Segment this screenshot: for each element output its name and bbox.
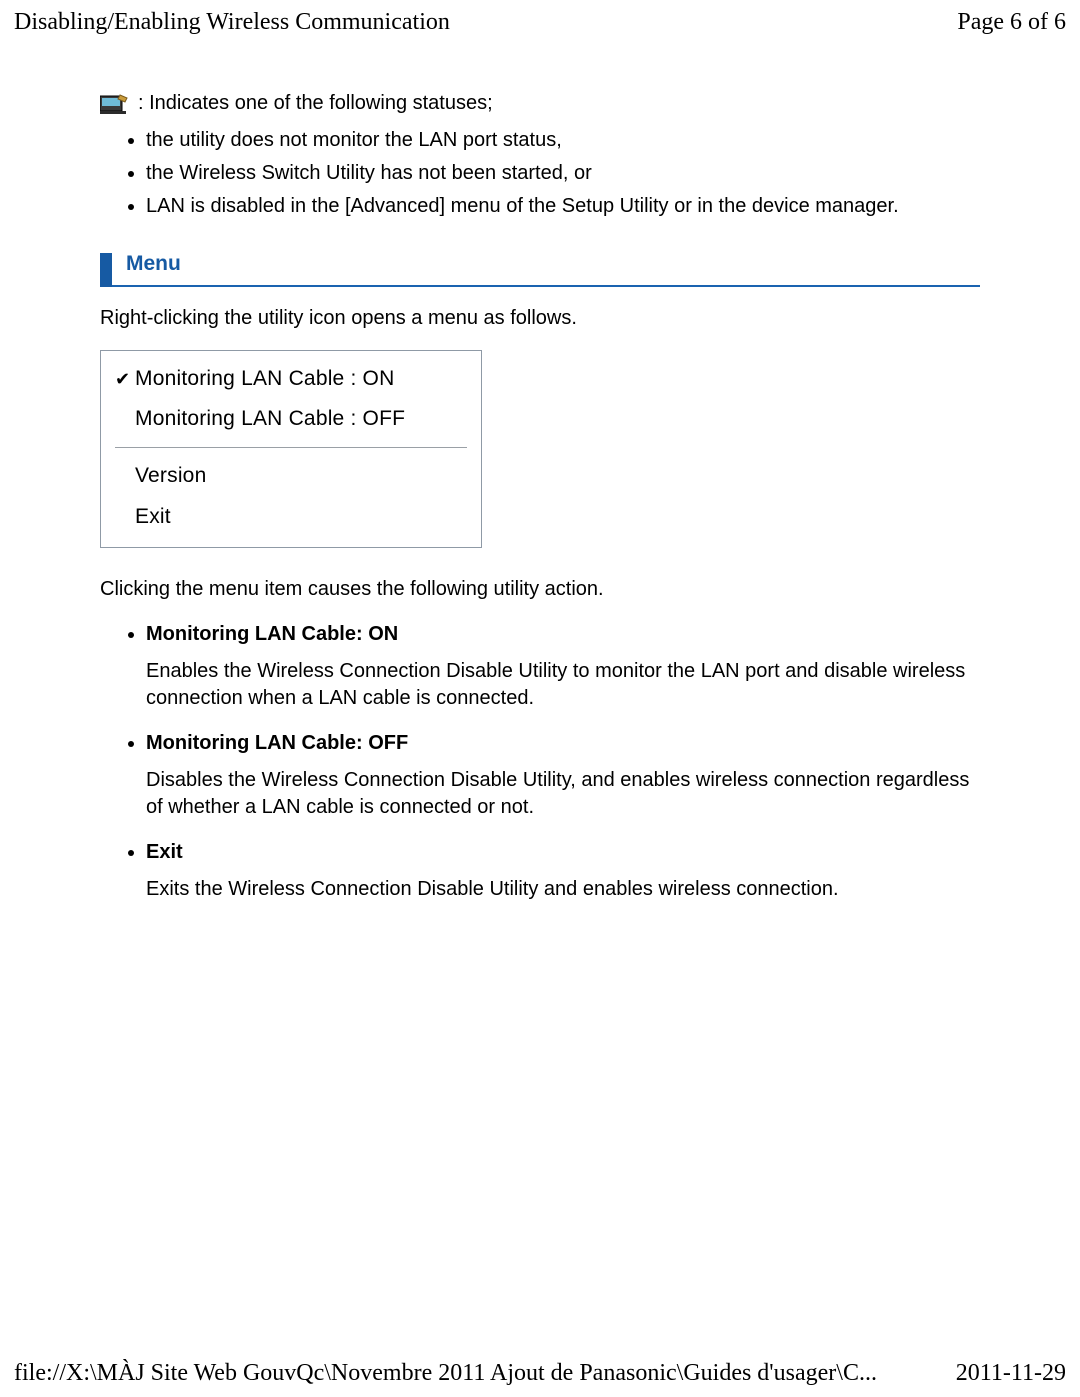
status-icon-row: : Indicates one of the following statuse… (100, 90, 980, 117)
section-heading-menu: Menu (100, 250, 980, 286)
action-title: Monitoring LAN Cable: ON (146, 621, 980, 648)
context-menu: ✔ Monitoring LAN Cable : ON Monitoring L… (100, 350, 482, 548)
list-item: the Wireless Switch Utility has not been… (146, 160, 980, 187)
check-icon: ✔ (115, 367, 135, 391)
menu-item-exit[interactable]: Exit (101, 497, 481, 537)
action-title: Monitoring LAN Cable: OFF (146, 730, 980, 757)
list-item: LAN is disabled in the [Advanced] menu o… (146, 193, 980, 220)
footer-path: file://X:\MÀJ Site Web GouvQc\Novembre 2… (14, 1357, 877, 1389)
action-body: Enables the Wireless Connection Disable … (146, 658, 980, 712)
menu-item-label: Version (135, 462, 206, 490)
network-tray-icon (100, 93, 130, 115)
menu-item-label: Exit (135, 503, 171, 531)
menu-separator (115, 447, 467, 448)
list-item: Monitoring LAN Cable: ON Enables the Wir… (146, 621, 980, 712)
page-content: : Indicates one of the following statuse… (0, 90, 1080, 903)
menu-item-monitoring-on[interactable]: ✔ Monitoring LAN Cable : ON (101, 359, 481, 399)
status-icon-caption: : Indicates one of the following statuse… (138, 90, 493, 117)
list-item: the utility does not monitor the LAN por… (146, 127, 980, 154)
section-accent-bar (100, 253, 112, 287)
section-heading-label: Menu (126, 250, 181, 284)
menu-item-label: Monitoring LAN Cable : ON (135, 365, 394, 393)
footer-date: 2011-11-29 (956, 1357, 1066, 1389)
page-footer: file://X:\MÀJ Site Web GouvQc\Novembre 2… (0, 1357, 1080, 1389)
menu-item-label: Monitoring LAN Cable : OFF (135, 405, 405, 433)
action-body: Disables the Wireless Connection Disable… (146, 767, 980, 821)
menu-intro-text: Right-clicking the utility icon opens a … (100, 305, 980, 332)
header-page-number: Page 6 of 6 (957, 6, 1066, 38)
list-item: Monitoring LAN Cable: OFF Disables the W… (146, 730, 980, 821)
status-bullet-list: the utility does not monitor the LAN por… (124, 127, 980, 220)
action-description-list: Monitoring LAN Cable: ON Enables the Wir… (124, 621, 980, 903)
list-item: Exit Exits the Wireless Connection Disab… (146, 839, 980, 903)
actions-intro-text: Clicking the menu item causes the follow… (100, 576, 980, 603)
header-title: Disabling/Enabling Wireless Communicatio… (14, 6, 450, 38)
menu-item-version[interactable]: Version (101, 456, 481, 496)
action-body: Exits the Wireless Connection Disable Ut… (146, 876, 980, 903)
menu-item-monitoring-off[interactable]: Monitoring LAN Cable : OFF (101, 399, 481, 439)
action-title: Exit (146, 839, 980, 866)
page-header: Disabling/Enabling Wireless Communicatio… (0, 0, 1080, 60)
